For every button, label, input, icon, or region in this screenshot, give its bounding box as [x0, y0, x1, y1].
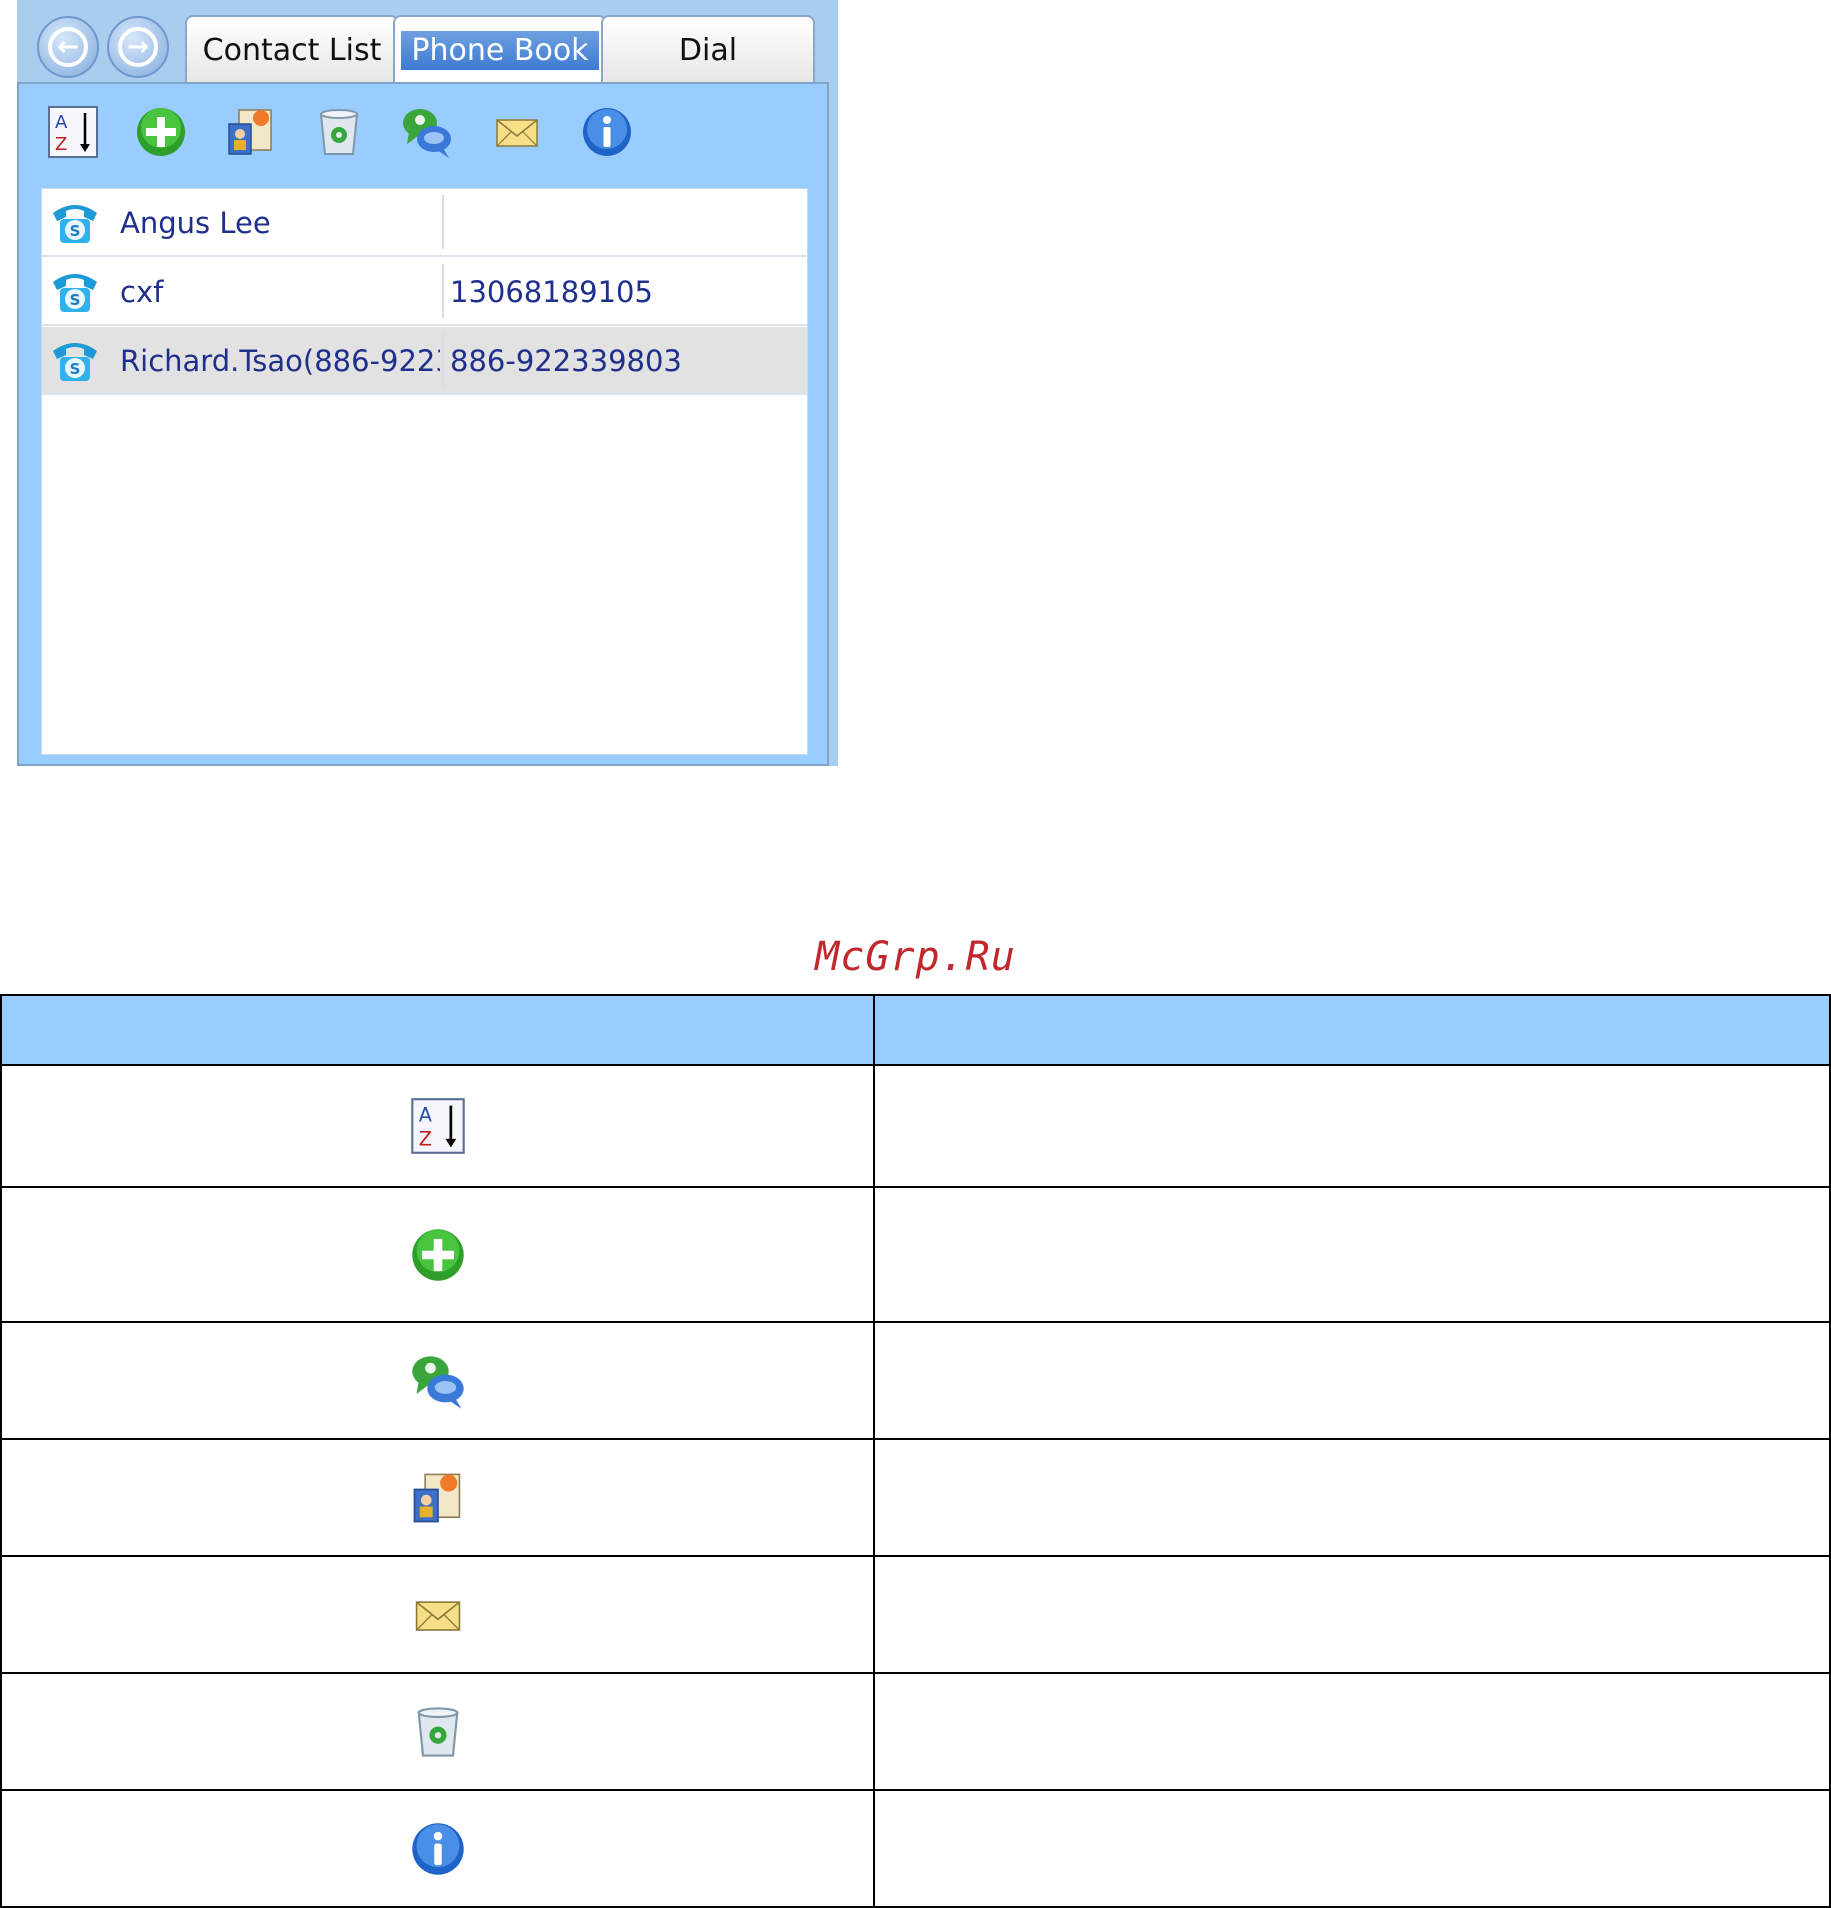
- skype-phone-icon: [50, 199, 100, 247]
- icon-cell: [0, 1186, 875, 1323]
- sort-az-icon: [45, 104, 101, 160]
- contact-list[interactable]: Angus Lee cxf 13068189105 Richard.Tsao(8…: [41, 188, 808, 755]
- table-header-row: [0, 994, 1831, 1066]
- icon-cell: [0, 1555, 875, 1674]
- import-contacts-button[interactable]: [223, 104, 279, 160]
- phone-book-window: ← → Contact List Phone Book Dial Angus L…: [17, 0, 838, 766]
- icon-cell: [0, 1321, 875, 1440]
- table-row: [0, 1555, 1831, 1674]
- add-contact-button[interactable]: [133, 104, 189, 160]
- delete-bin-icon: [311, 104, 367, 160]
- description-cell: [873, 1186, 1831, 1323]
- import-contacts-icon: [408, 1468, 468, 1528]
- table-row: [0, 1064, 1831, 1188]
- skype-phone-icon: [50, 268, 100, 316]
- arrow-right-icon: →: [118, 27, 158, 67]
- description-cell: [873, 1064, 1831, 1188]
- icon-description-table: [0, 994, 1831, 1908]
- description-cell: [873, 1555, 1831, 1674]
- tab-phone-book[interactable]: Phone Book: [393, 15, 607, 83]
- description-cell: [873, 1438, 1831, 1557]
- sort-az-icon: [408, 1096, 468, 1156]
- watermark: McGrp.Ru: [815, 934, 1016, 980]
- add-contact-icon: [408, 1225, 468, 1285]
- icon-cell: [0, 1789, 875, 1908]
- tab-label: Dial: [678, 32, 738, 68]
- contact-row[interactable]: cxf 13068189105: [42, 258, 807, 326]
- column-divider: [442, 264, 444, 318]
- table-header-description: [873, 994, 1831, 1066]
- tab-dial[interactable]: Dial: [601, 15, 815, 83]
- back-button[interactable]: ←: [37, 16, 99, 78]
- tab-label: Contact List: [202, 32, 382, 68]
- contact-name: Angus Lee: [120, 206, 271, 240]
- table-row: [0, 1789, 1831, 1908]
- icon-cell: [0, 1064, 875, 1188]
- table-row: [0, 1186, 1831, 1323]
- chat-icon: [399, 104, 455, 160]
- arrow-left-icon: ←: [48, 27, 88, 67]
- description-cell: [873, 1789, 1831, 1908]
- table-header-icon: [0, 994, 875, 1066]
- skype-phone-icon: [50, 337, 100, 385]
- sort-button[interactable]: [45, 104, 101, 160]
- tab-label: Phone Book: [401, 30, 599, 70]
- chat-button[interactable]: [399, 104, 455, 160]
- mail-icon: [489, 104, 545, 160]
- forward-button[interactable]: →: [107, 16, 169, 78]
- contact-number: 13068189105: [450, 275, 653, 309]
- phone-book-panel: Angus Lee cxf 13068189105 Richard.Tsao(8…: [17, 82, 829, 766]
- contact-name: Richard.Tsao(886-9223: [120, 344, 440, 378]
- contact-number: 886-922339803: [450, 344, 682, 378]
- mail-icon: [408, 1585, 468, 1645]
- info-icon: [408, 1819, 468, 1879]
- add-contact-icon: [133, 104, 189, 160]
- delete-bin-icon: [408, 1702, 468, 1762]
- mail-button[interactable]: [489, 104, 545, 160]
- contact-row[interactable]: Angus Lee: [42, 189, 807, 257]
- tab-contact-list[interactable]: Contact List: [185, 15, 399, 83]
- icon-cell: [0, 1438, 875, 1557]
- description-cell: [873, 1672, 1831, 1791]
- contact-row-selected[interactable]: Richard.Tsao(886-9223 886-922339803: [42, 327, 807, 395]
- import-contacts-icon: [223, 104, 279, 160]
- column-divider: [442, 333, 444, 387]
- table-row: [0, 1438, 1831, 1557]
- info-button[interactable]: [579, 104, 635, 160]
- column-divider: [442, 195, 444, 249]
- delete-button[interactable]: [311, 104, 367, 160]
- info-icon: [579, 104, 635, 160]
- icon-cell: [0, 1672, 875, 1791]
- contact-name: cxf: [120, 275, 164, 309]
- table-row: [0, 1672, 1831, 1791]
- table-row: [0, 1321, 1831, 1440]
- chat-icon: [408, 1351, 468, 1411]
- description-cell: [873, 1321, 1831, 1440]
